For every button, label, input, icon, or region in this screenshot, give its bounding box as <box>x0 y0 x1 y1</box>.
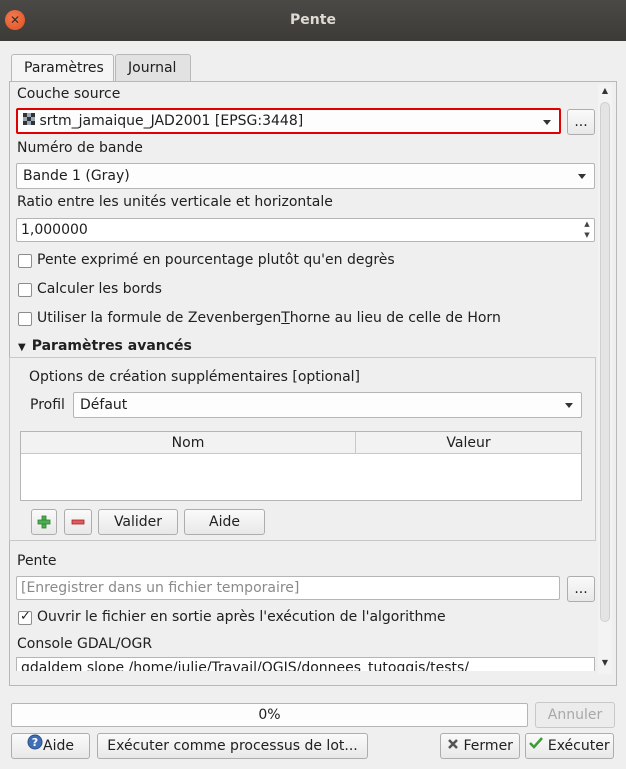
profile-label: Profil <box>30 397 65 413</box>
checkmark-icon <box>529 734 544 758</box>
title-bar: Pente <box>0 0 626 41</box>
zevenbergen-label-accelerator: T <box>281 310 290 326</box>
scroll-down-icon[interactable]: ▼ <box>600 658 610 667</box>
source-layer-value: srtm_jamaique_JAD2001 [EPSG:3448] <box>39 113 304 129</box>
zevenbergen-label-prefix: Utiliser la formule de Zevenbergen <box>37 310 282 326</box>
help-button[interactable]: ? Aide <box>11 733 90 759</box>
zevenbergen-label-suffix: horne au lieu de celle de Horn <box>289 310 501 326</box>
chevron-down-icon <box>543 120 551 125</box>
remove-row-button[interactable] <box>64 509 92 535</box>
validate-button[interactable]: Valider <box>98 509 178 535</box>
run-label: Exécuter <box>547 738 610 754</box>
scroll-thumb[interactable] <box>600 102 610 622</box>
tab-parametres[interactable]: Paramètres <box>11 54 114 83</box>
help-icon: ? <box>27 734 43 758</box>
percent-label: Pente exprimé en pourcentage plutôt qu'e… <box>37 252 395 268</box>
add-row-button[interactable] <box>31 509 57 535</box>
window-title: Pente <box>290 12 336 28</box>
output-browse-button[interactable]: ... <box>567 576 595 602</box>
edges-checkbox[interactable] <box>18 283 32 297</box>
open-after-checkbox[interactable] <box>18 609 32 625</box>
ratio-spinbox[interactable]: 1,000000 ▲ ▼ <box>16 218 595 242</box>
console-textarea[interactable]: gdaldem slope /home/julie/Travail/QGIS/d… <box>16 657 595 671</box>
column-header-valeur[interactable]: Valeur <box>356 432 581 454</box>
source-layer-browse-button[interactable]: ... <box>567 109 595 135</box>
table-header: Nom Valeur <box>21 432 581 454</box>
close-x-icon <box>447 734 459 758</box>
output-path-input[interactable]: [Enregistrer dans un fichier temporaire] <box>16 576 560 600</box>
close-button[interactable]: Fermer <box>440 733 520 759</box>
help-label: Aide <box>43 738 74 754</box>
column-header-nom[interactable]: Nom <box>21 432 356 454</box>
zevenbergen-checkbox[interactable] <box>18 312 32 326</box>
output-label: Pente <box>17 553 57 569</box>
table-help-button[interactable]: Aide <box>184 509 265 535</box>
minus-icon <box>71 514 85 530</box>
zevenbergen-label: Utiliser la formule de ZevenbergenThorne… <box>37 310 501 326</box>
creation-options-label: Options de création supplémentaires [opt… <box>29 369 361 385</box>
band-value: Bande 1 (Gray) <box>23 168 130 184</box>
band-select[interactable]: Bande 1 (Gray) <box>16 163 595 189</box>
spin-arrows-icon[interactable]: ▲ ▼ <box>580 219 594 241</box>
progress-text: 0% <box>258 707 281 723</box>
ratio-label: Ratio entre les unités verticale et hori… <box>17 194 333 210</box>
progress-bar: 0% <box>11 703 528 727</box>
batch-process-button[interactable]: Exécuter comme processus de lot... <box>97 733 368 759</box>
edges-label: Calculer les bords <box>37 281 162 297</box>
creation-options-table[interactable]: Nom Valeur <box>20 431 582 501</box>
open-after-label: Ouvrir le fichier en sortie après l'exéc… <box>37 609 446 625</box>
chevron-down-icon <box>578 174 586 179</box>
ratio-value: 1,000000 <box>21 222 88 238</box>
profile-select[interactable]: Défaut <box>73 392 582 418</box>
close-window-button[interactable]: ✕ <box>5 10 25 30</box>
triangle-down-icon: ▼ <box>18 342 26 353</box>
advanced-label: Paramètres avancés <box>31 338 192 354</box>
raster-layer-icon <box>23 110 35 132</box>
run-button[interactable]: Exécuter <box>525 733 614 759</box>
scroll-up-icon[interactable]: ▲ <box>600 86 610 95</box>
percent-checkbox[interactable] <box>18 254 32 268</box>
profile-value: Défaut <box>80 397 128 413</box>
cancel-button[interactable]: Annuler <box>535 702 615 728</box>
close-label: Fermer <box>463 738 513 754</box>
vertical-scrollbar[interactable]: ▲ ▼ <box>598 84 612 674</box>
svg-text:?: ? <box>32 736 38 749</box>
plus-icon <box>37 515 51 533</box>
advanced-toggle[interactable]: ▼ Paramètres avancés <box>18 338 192 354</box>
band-label: Numéro de bande <box>17 140 143 156</box>
source-layer-label: Couche source <box>17 86 121 102</box>
console-label: Console GDAL/OGR <box>17 636 153 652</box>
console-text: gdaldem slope /home/julie/Travail/QGIS/d… <box>21 660 470 671</box>
tab-journal[interactable]: Journal <box>115 54 191 82</box>
source-layer-select[interactable]: srtm_jamaique_JAD2001 [EPSG:3448] <box>16 108 561 134</box>
close-icon: ✕ <box>9 13 21 27</box>
chevron-down-icon <box>565 403 573 408</box>
